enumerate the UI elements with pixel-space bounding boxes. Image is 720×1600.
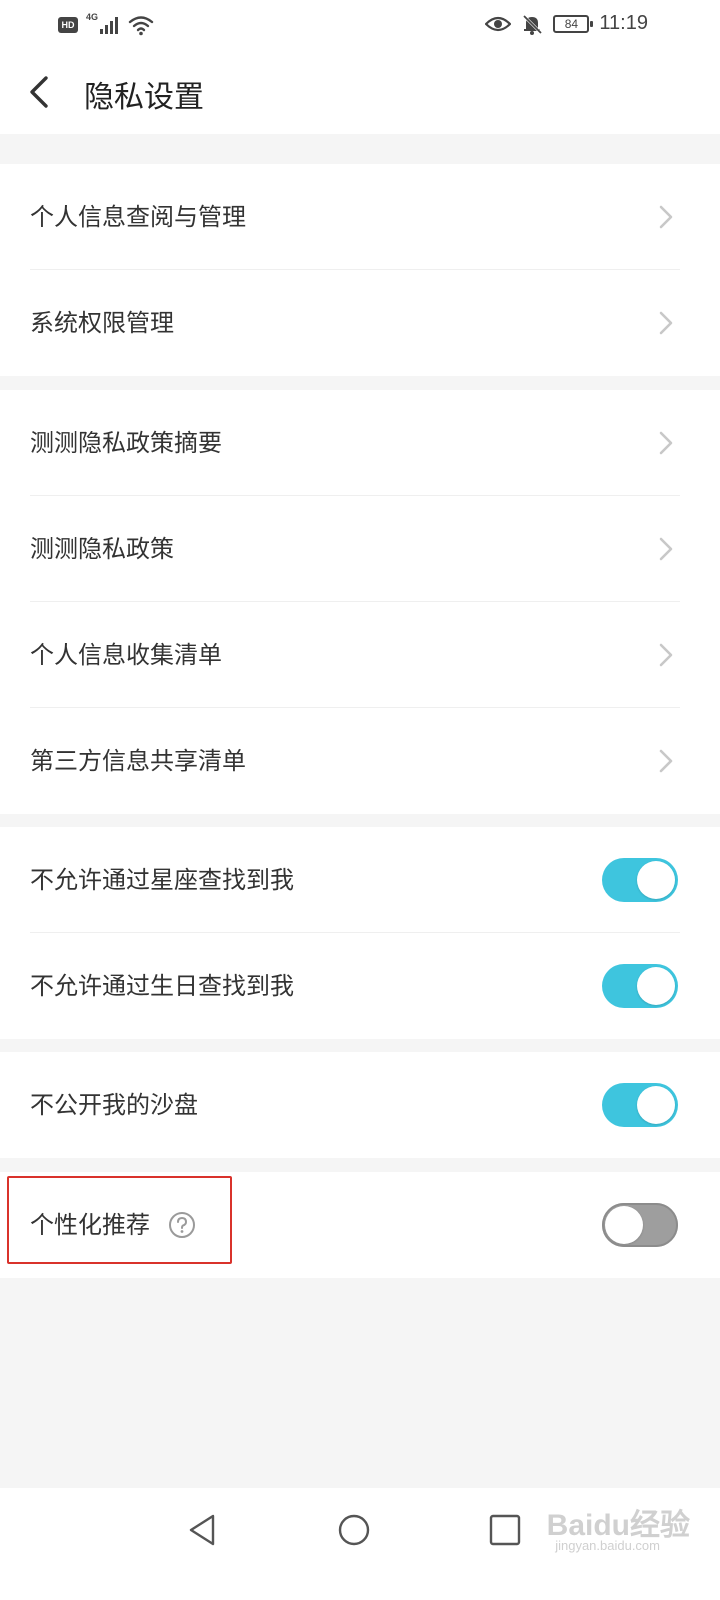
row-info-collection-list[interactable]: 个人信息收集清单 <box>0 602 720 708</box>
eye-icon <box>485 16 512 31</box>
system-nav-bar: Baidu经验 jingyan.baidu.com <box>0 1488 720 1600</box>
nav-back-triangle-icon[interactable] <box>183 1510 223 1550</box>
toggle-knob <box>605 1206 643 1244</box>
back-button[interactable] <box>18 70 64 116</box>
nav-recents-square-icon[interactable] <box>485 1510 525 1550</box>
personalized-recommendation-toggle[interactable] <box>602 1203 678 1247</box>
toggle-knob <box>637 861 675 899</box>
row-personal-info-management[interactable]: 个人信息查阅与管理 <box>0 164 720 270</box>
row-label: 个人信息查阅与管理 <box>30 203 246 231</box>
chevron-right-icon <box>659 205 673 229</box>
settings-group-sandbox: 不公开我的沙盘 <box>0 1052 720 1158</box>
row-label: 不允许通过生日查找到我 <box>30 972 294 1000</box>
status-left: HD 4G <box>58 12 154 36</box>
toggle-knob <box>637 967 675 1005</box>
row-system-permissions[interactable]: 系统权限管理 <box>0 270 720 376</box>
row-label: 不公开我的沙盘 <box>30 1091 198 1119</box>
status-right: 84 11:19 <box>485 12 648 35</box>
settings-group-account: 个人信息查阅与管理 系统权限管理 <box>0 164 720 376</box>
row-hide-by-birthday: 不允许通过生日查找到我 <box>0 933 720 1039</box>
row-third-party-sharing-list[interactable]: 第三方信息共享清单 <box>0 708 720 814</box>
settings-group-discovery: 不允许通过星座查找到我 不允许通过生日查找到我 <box>0 827 720 1039</box>
chevron-right-icon <box>659 431 673 455</box>
chevron-right-icon <box>659 643 673 667</box>
row-privacy-policy-summary[interactable]: 测测隐私政策摘要 <box>0 390 720 496</box>
row-label: 测测隐私政策摘要 <box>30 429 222 457</box>
hd-icon: HD <box>58 17 78 33</box>
settings-group-policies: 测测隐私政策摘要 测测隐私政策 个人信息收集清单 第三方信息共享清单 <box>0 390 720 814</box>
mute-bell-icon <box>523 14 543 35</box>
row-privacy-policy[interactable]: 测测隐私政策 <box>0 496 720 602</box>
wifi-icon <box>128 16 154 36</box>
row-label: 不允许通过星座查找到我 <box>30 866 294 894</box>
zodiac-toggle[interactable] <box>602 858 678 902</box>
chevron-right-icon <box>659 537 673 561</box>
cell-signal-icon: 4G <box>86 12 120 36</box>
chevron-right-icon <box>659 311 673 335</box>
chevron-left-icon <box>30 76 48 108</box>
status-bar: HD 4G 84 11:19 <box>0 0 720 52</box>
chevron-right-icon <box>659 749 673 773</box>
row-label: 第三方信息共享清单 <box>30 747 246 775</box>
page-title: 隐私设置 <box>84 80 204 115</box>
app-header: 隐私设置 <box>0 52 720 134</box>
row-label: 系统权限管理 <box>30 309 174 337</box>
toggle-knob <box>637 1086 675 1124</box>
status-time: 11:19 <box>599 12 648 34</box>
row-label: 个人信息收集清单 <box>30 641 222 669</box>
highlight-annotation-box <box>7 1176 232 1264</box>
row-label: 测测隐私政策 <box>30 535 174 563</box>
birthday-toggle[interactable] <box>602 964 678 1008</box>
row-hide-by-zodiac: 不允许通过星座查找到我 <box>0 827 720 933</box>
row-hide-sandbox: 不公开我的沙盘 <box>0 1052 720 1158</box>
battery-icon: 84 <box>553 14 594 33</box>
sandbox-toggle[interactable] <box>602 1083 678 1127</box>
nav-home-circle-icon[interactable] <box>334 1510 374 1550</box>
baidu-watermark-url: jingyan.baidu.com <box>555 1538 660 1553</box>
network-type-label: 4G <box>86 12 99 22</box>
